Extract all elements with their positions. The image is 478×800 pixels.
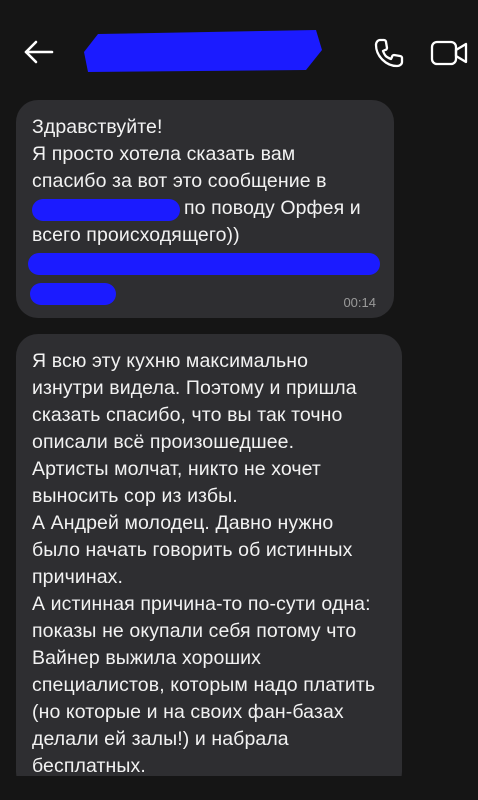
message-line: сказать спасибо, что вы так точно [32, 404, 343, 426]
call-button[interactable] [372, 36, 406, 70]
message-line: изнутри видела. Поэтому и пришла [32, 377, 357, 399]
message-line: Артисты молчат, никто не хочет [32, 458, 321, 480]
message-line: описали всё произошедшее. [32, 431, 295, 453]
message-line: Я просто хотела сказать вам [32, 143, 296, 165]
phone-icon [374, 38, 404, 68]
contact-name-redacted [84, 30, 322, 72]
message-line: Вайнер выжила хороших [32, 647, 262, 669]
video-camera-icon [430, 40, 468, 66]
message-bubble[interactable]: Я всю эту кухню максимально изнутри виде… [16, 334, 402, 794]
message-line: по поводу Орфея и [184, 197, 361, 219]
message-line: А Андрей молодец. Давно нужно [32, 512, 334, 534]
message-timestamp: 00:14 [343, 295, 376, 310]
back-button[interactable] [22, 38, 56, 66]
message-line: Я всю эту кухню максимально [32, 350, 309, 372]
message-line: спасибо за вот это сообщение в [32, 170, 327, 192]
message-line: причинах. [32, 566, 124, 588]
message-line: было начать говорить об истинных [32, 539, 353, 561]
message-line: (но которые и на своих фан-базах [32, 701, 344, 723]
message-bubble[interactable]: Здравствуйте! Я просто хотела сказать ва… [16, 100, 394, 318]
message-line: выносить сор из избы. [32, 485, 238, 507]
redacted-text [32, 199, 180, 221]
message-line: всего происходящего)) [32, 224, 240, 246]
message-line: А истинная причина-то по-сути одна: [32, 593, 371, 615]
message-line: специалистов, которым надо платить [32, 674, 376, 696]
redacted-text [28, 253, 380, 275]
bottom-edge [0, 776, 478, 800]
arrow-left-icon [24, 40, 54, 64]
chat-header [0, 0, 478, 95]
video-call-button[interactable] [430, 38, 470, 68]
message-line: Здравствуйте! [32, 116, 163, 138]
message-line: делали ей залы!) и набрала [32, 728, 289, 750]
message-line: показы не окупали себя потому что [32, 620, 357, 642]
redacted-text [30, 283, 116, 305]
